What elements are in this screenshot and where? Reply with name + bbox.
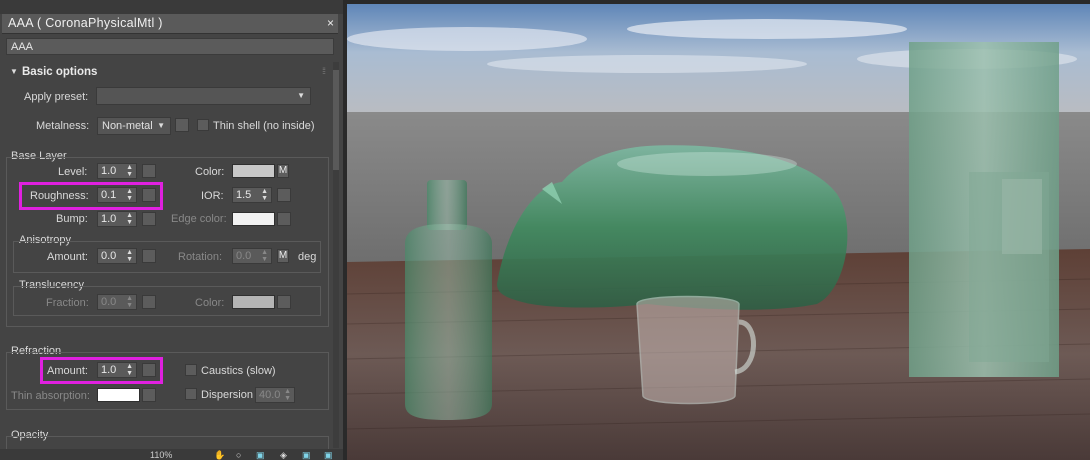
material-title: AAA ( CoronaPhysicalMtl ): [8, 16, 163, 30]
edge-color-label: Edge color:: [171, 213, 227, 225]
material-editor-panel: AAA ( CoronaPhysicalMtl ) × AAA ▼ Basic …: [0, 0, 343, 460]
ior-map-slot[interactable]: [277, 188, 291, 202]
roughness-highlight-box: [19, 182, 163, 210]
rotation-label: Rotation:: [178, 251, 223, 263]
thin-absorption-label: Thin absorption:: [11, 390, 90, 402]
panel-scrollbar[interactable]: [333, 62, 339, 448]
rotation-map-button[interactable]: M: [277, 249, 289, 263]
aniso-amount-spinner[interactable]: 0.0 ▲ ▼: [97, 248, 137, 264]
frame-selected-icon[interactable]: ▣: [302, 450, 311, 460]
cloud: [627, 19, 907, 39]
zoom-region-icon[interactable]: ▣: [256, 450, 265, 460]
dispersion-label: Dispersion: [201, 389, 253, 401]
bottle-neck: [427, 180, 467, 230]
bump-label: Bump:: [56, 213, 88, 225]
level-label: Level:: [58, 166, 88, 178]
glass-mug: [636, 295, 740, 405]
spinner-arrows-icon[interactable]: ▲ ▼: [126, 212, 133, 226]
thin-absorption-swatch[interactable]: [97, 388, 140, 402]
edge-color-map-slot[interactable]: [277, 212, 291, 226]
metalness-value: Non-metal: [102, 120, 153, 132]
glass-block-cutout: [1002, 179, 1042, 254]
caustics-label: Caustics (slow): [201, 365, 276, 377]
apply-preset-dropdown[interactable]: ▼: [96, 87, 311, 105]
bump-map-slot[interactable]: [142, 212, 156, 226]
level-map-slot[interactable]: [142, 164, 156, 178]
fraction-value: 0.0: [101, 296, 117, 308]
metalness-label: Metalness:: [36, 120, 90, 132]
spinner-arrows-icon[interactable]: ▲ ▼: [126, 249, 133, 263]
edge-color-swatch[interactable]: [232, 212, 275, 226]
spinner-arrows-icon[interactable]: ▲ ▼: [261, 249, 268, 263]
grip-icon[interactable]: ⁞⁞: [322, 66, 326, 76]
translucency-color-map-slot[interactable]: [277, 295, 291, 309]
thin-shell-checkbox[interactable]: [197, 119, 209, 131]
aniso-amount-map-slot[interactable]: [142, 249, 156, 263]
render-viewport[interactable]: [347, 4, 1090, 460]
spinner-arrows-icon[interactable]: ▲ ▼: [284, 388, 291, 402]
bump-value: 1.0: [101, 213, 117, 225]
material-title-bar[interactable]: AAA ( CoronaPhysicalMtl ) ×: [2, 14, 338, 34]
spinner-arrows-icon[interactable]: ▲ ▼: [261, 188, 268, 202]
frame-all-icon[interactable]: ▣: [324, 450, 333, 460]
aniso-amount-value: 0.0: [101, 250, 117, 262]
basic-options-rollout[interactable]: ▼ Basic options ⁞⁞: [6, 62, 329, 84]
translucency-color-label: Color:: [195, 297, 225, 309]
pan-hand-icon[interactable]: ✋: [214, 450, 225, 460]
metalness-map-slot[interactable]: [175, 118, 189, 132]
material-name-field[interactable]: AAA: [6, 38, 334, 55]
dispersion-value: 40.0: [259, 389, 281, 401]
ior-value: 1.5: [236, 189, 252, 201]
glass-bottle: [405, 224, 492, 420]
dispersion-spinner[interactable]: 40.0 ▲ ▼: [255, 387, 295, 403]
aniso-amount-label: Amount:: [47, 251, 88, 263]
level-spinner[interactable]: 1.0 ▲ ▼: [97, 163, 137, 179]
color-label: Color:: [195, 166, 225, 178]
ior-label: IOR:: [201, 190, 224, 202]
view-cube-icon[interactable]: ◈: [280, 450, 287, 460]
chevron-down-icon: ▼: [297, 91, 305, 100]
cat-highlight: [617, 152, 797, 176]
base-color-map-button[interactable]: M: [277, 164, 289, 178]
scrollbar-thumb[interactable]: [333, 70, 339, 170]
top-strip: [0, 0, 343, 14]
render-image: [347, 4, 1090, 460]
chevron-down-icon: ▼: [157, 121, 165, 130]
rotation-spinner[interactable]: 0.0 ▲ ▼: [232, 248, 272, 264]
apply-preset-label: Apply preset:: [24, 91, 89, 103]
thin-absorption-map-slot[interactable]: [142, 388, 156, 402]
dispersion-checkbox[interactable]: [185, 388, 197, 400]
close-icon[interactable]: ×: [327, 16, 334, 30]
metalness-dropdown[interactable]: Non-metal ▼: [97, 117, 171, 135]
thin-shell-label: Thin shell (no inside): [213, 120, 315, 132]
fraction-map-slot[interactable]: [142, 295, 156, 309]
deg-label: deg: [298, 251, 317, 263]
spinner-arrows-icon[interactable]: ▲ ▼: [126, 164, 133, 178]
bump-spinner[interactable]: 1.0 ▲ ▼: [97, 211, 137, 227]
fraction-spinner[interactable]: 0.0 ▲ ▼: [97, 294, 137, 310]
cloud: [487, 55, 807, 73]
translucency-color-swatch[interactable]: [232, 295, 275, 309]
collapse-triangle-icon[interactable]: ▼: [10, 67, 18, 76]
zoom-search-icon[interactable]: ○: [236, 450, 241, 460]
refraction-amount-highlight-box: [40, 357, 163, 384]
status-bar: 110% ✋ ○ ▣ ◈ ▣ ▣: [0, 449, 343, 460]
basic-options-header: Basic options: [22, 66, 98, 78]
zoom-level[interactable]: 110%: [150, 450, 172, 460]
base-color-swatch[interactable]: [232, 164, 275, 178]
level-value: 1.0: [101, 165, 117, 177]
ior-spinner[interactable]: 1.5 ▲ ▼: [232, 187, 272, 203]
cloud: [347, 27, 587, 51]
rotation-value: 0.0: [236, 250, 252, 262]
fraction-label: Fraction:: [46, 297, 89, 309]
caustics-checkbox[interactable]: [185, 364, 197, 376]
spinner-arrows-icon[interactable]: ▲ ▼: [126, 295, 133, 309]
